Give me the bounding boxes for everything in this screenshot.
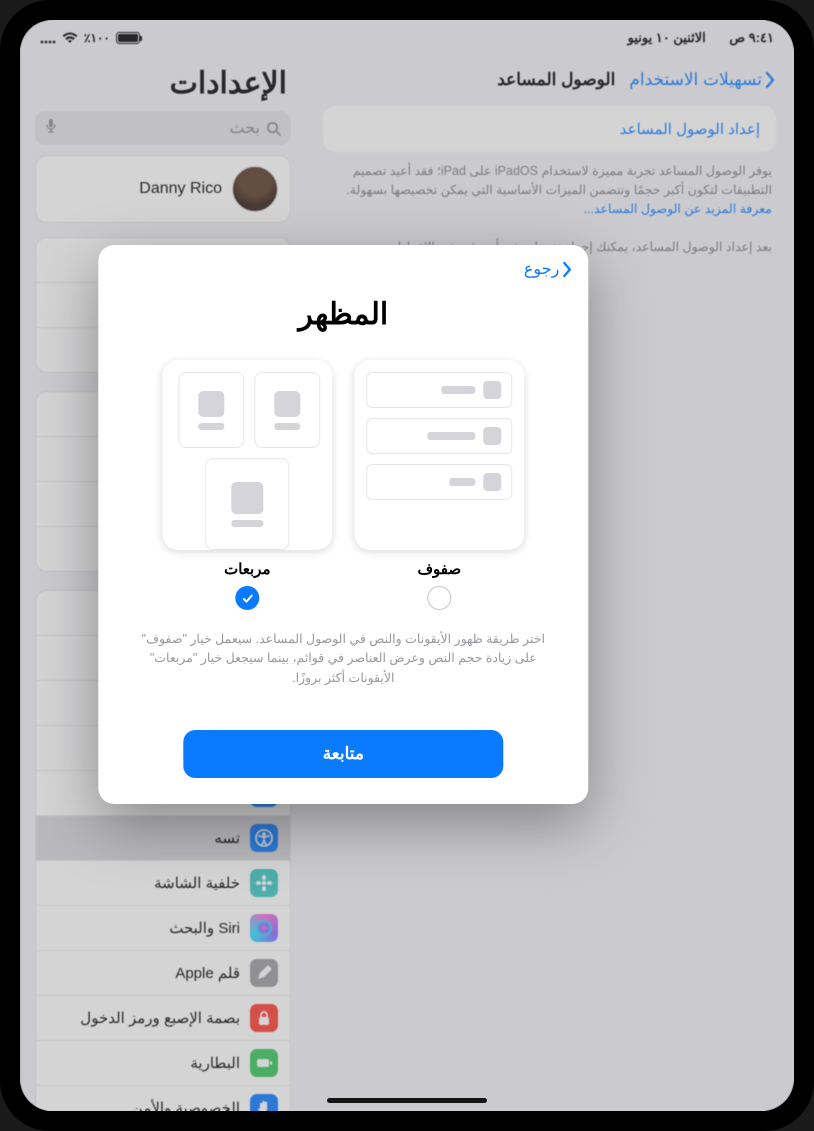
option-grid-label: مربعات [162, 560, 332, 578]
option-grid[interactable]: مربعات [162, 360, 332, 610]
option-rows-radio[interactable] [427, 586, 451, 610]
continue-button[interactable]: متابعة [183, 730, 503, 778]
option-rows[interactable]: صفوف [354, 360, 524, 610]
modal-help-text: اختر طريقة ظهور الأيقونات والنص في الوصو… [126, 630, 560, 688]
option-rows-label: صفوف [354, 560, 524, 578]
modal-back-button[interactable]: رجوع [524, 259, 572, 279]
appearance-modal: رجوع المظهر صفوف [98, 245, 588, 804]
modal-title: المظهر [126, 297, 560, 332]
chevron-right-icon [561, 261, 572, 278]
grid-preview [162, 360, 332, 550]
option-grid-radio[interactable] [235, 586, 259, 610]
rows-preview [354, 360, 524, 550]
home-indicator[interactable] [327, 1098, 487, 1103]
